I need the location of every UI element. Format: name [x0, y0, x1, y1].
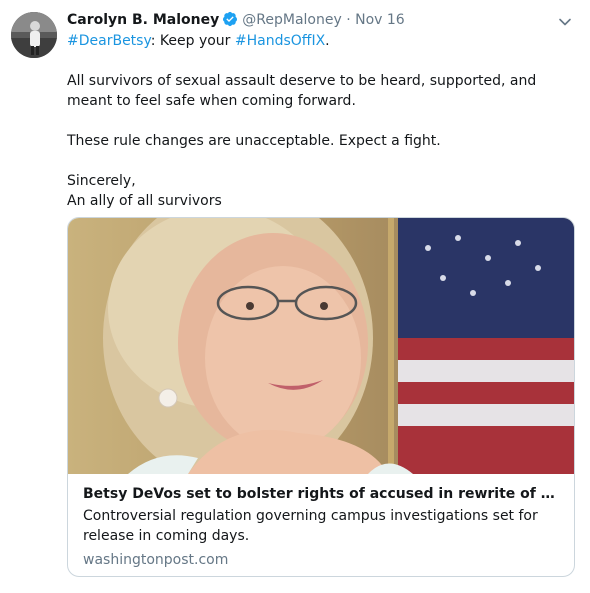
tweet-text: #DearBetsy: Keep your #HandsOffIX. All s…	[67, 31, 577, 211]
tweet-timestamp[interactable]: Nov 16	[355, 12, 405, 28]
tweet-line-text: : Keep your	[150, 33, 235, 49]
hashtag-handsoffix[interactable]: #HandsOffIX	[235, 33, 325, 49]
separator: ·	[346, 12, 351, 28]
card-description: Controversial regulation governing campu…	[83, 508, 538, 544]
chevron-down-icon[interactable]	[558, 14, 572, 28]
author-handle[interactable]: @RepMaloney	[242, 12, 341, 28]
tweet-line-end: .	[325, 33, 330, 49]
tweet-header: Carolyn B. Maloney @RepMaloney · Nov 16	[67, 11, 405, 31]
avatar[interactable]	[11, 12, 57, 58]
tweet-signature: An ally of all survivors	[67, 193, 222, 209]
card-body: Betsy DeVos set to bolster rights of acc…	[83, 484, 561, 570]
card-title[interactable]: Betsy DeVos set to bolster rights of acc…	[83, 484, 561, 504]
author-name[interactable]: Carolyn B. Maloney	[67, 12, 219, 28]
tweet[interactable]: Carolyn B. Maloney @RepMaloney · Nov 16 #…	[0, 0, 590, 593]
card-domain: washingtonpost.com	[83, 552, 229, 568]
hashtag-dearbetsy[interactable]: #DearBetsy	[67, 33, 151, 49]
card-image[interactable]	[68, 218, 574, 488]
tweet-signoff: Sincerely,	[67, 173, 136, 189]
verified-badge-icon	[222, 11, 238, 32]
tweet-paragraph-2: These rule changes are unacceptable. Exp…	[67, 133, 441, 149]
tweet-paragraph-1: All survivors of sexual assault deserve …	[67, 73, 537, 109]
link-card[interactable]: Betsy DeVos set to bolster rights of acc…	[67, 217, 575, 577]
